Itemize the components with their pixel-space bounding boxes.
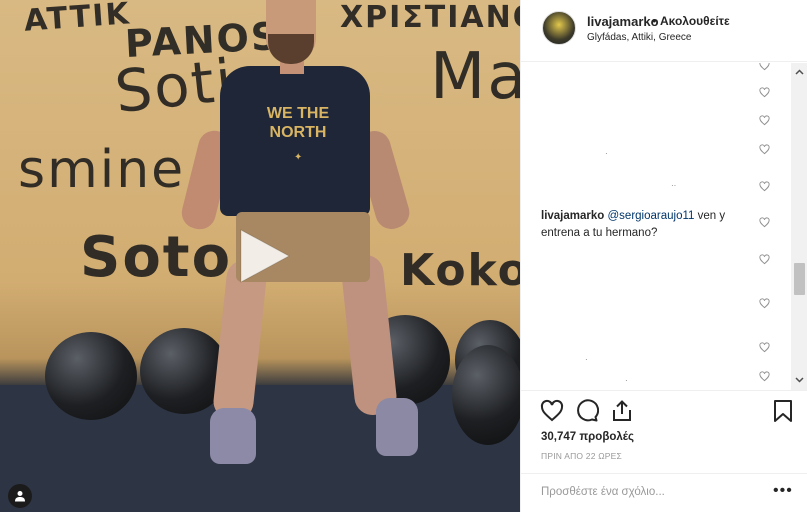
shoe — [376, 398, 418, 456]
following-button[interactable]: Ακολουθείτε — [660, 14, 730, 28]
medicine-ball — [45, 332, 137, 420]
comment-like-icon[interactable] — [759, 144, 770, 155]
scroll-up-arrow[interactable] — [791, 65, 807, 79]
separator-dot: • — [652, 13, 657, 28]
location-link[interactable]: Glyfádas, Attiki, Greece — [587, 32, 692, 43]
comment-button[interactable] — [575, 399, 600, 423]
heart-icon — [540, 399, 564, 422]
shoe — [210, 408, 256, 464]
scroll-down-arrow[interactable] — [791, 373, 807, 387]
medicine-ball — [452, 345, 520, 445]
comment-speck: · — [585, 355, 588, 364]
scrollbar-thumb[interactable] — [794, 263, 805, 295]
save-button[interactable] — [771, 399, 795, 423]
header-username[interactable]: livajamarko — [587, 14, 659, 29]
comment-speck: ·· — [671, 181, 677, 190]
user-tag-button[interactable] — [8, 484, 32, 508]
comments-scrollbar[interactable] — [791, 63, 807, 390]
chevron-down-icon — [795, 377, 804, 383]
maple-leaf-icon: ✦ — [294, 152, 303, 163]
post-media[interactable]: ATTIK ΧΡΙΣΤΙΑΝΟ PANOS Soti smine Soto Ma… — [0, 0, 520, 512]
comment-like-icon[interactable] — [759, 298, 770, 309]
comment-item: livajamarko @sergioaraujo11 ven y entren… — [541, 208, 761, 242]
play-icon — [240, 229, 291, 283]
wall-text: Ma — [430, 40, 520, 114]
comment-mention[interactable]: @sergioaraujo11 — [608, 210, 695, 222]
view-count[interactable]: 30,747 προβολές — [541, 431, 634, 443]
comment-like-icon[interactable] — [759, 181, 770, 192]
share-icon — [613, 400, 631, 421]
post-sidebar: livajamarko • Ακολουθείτε Glyfádas, Atti… — [520, 0, 807, 512]
wall-text: ATTIK — [22, 0, 133, 39]
comment-like-icon[interactable] — [759, 87, 770, 98]
comment-like-icon[interactable] — [759, 63, 770, 71]
user-icon — [15, 491, 25, 502]
comment-like-icon[interactable] — [759, 115, 770, 126]
play-button[interactable] — [233, 226, 293, 286]
comment-like-icon[interactable] — [759, 254, 770, 265]
wall-text: smine — [18, 140, 186, 200]
comment-username[interactable]: livajamarko — [541, 210, 604, 222]
share-button[interactable] — [610, 399, 634, 423]
avatar[interactable] — [542, 11, 576, 45]
chevron-up-icon — [795, 69, 804, 75]
more-options-button[interactable]: ••• — [773, 482, 793, 500]
post-actions: 30,747 προβολές ΠΡΙΝ ΑΠΟ 22 ΩΡΕΣ — [521, 390, 807, 470]
like-button[interactable] — [540, 399, 564, 423]
comment-like-icon[interactable] — [759, 342, 770, 353]
comment-input[interactable] — [541, 486, 761, 498]
comments-list[interactable]: · ·· · · livajamarko @sergioaraujo11 ven… — [521, 63, 807, 390]
comment-speck: · — [625, 376, 628, 385]
shirt-print: WE THE NORTH — [266, 105, 330, 141]
add-comment-section: ••• — [521, 473, 807, 512]
bookmark-icon — [774, 400, 792, 422]
beard — [268, 34, 314, 64]
comment-icon — [577, 399, 600, 422]
comment-speck: · — [605, 149, 608, 158]
post-header: livajamarko • Ακολουθείτε Glyfádas, Atti… — [521, 0, 807, 62]
athlete-figure: WE THE NORTH ✦ — [178, 0, 420, 470]
post-timestamp[interactable]: ΠΡΙΝ ΑΠΟ 22 ΩΡΕΣ — [541, 451, 622, 461]
comment-like-icon[interactable] — [759, 371, 770, 382]
